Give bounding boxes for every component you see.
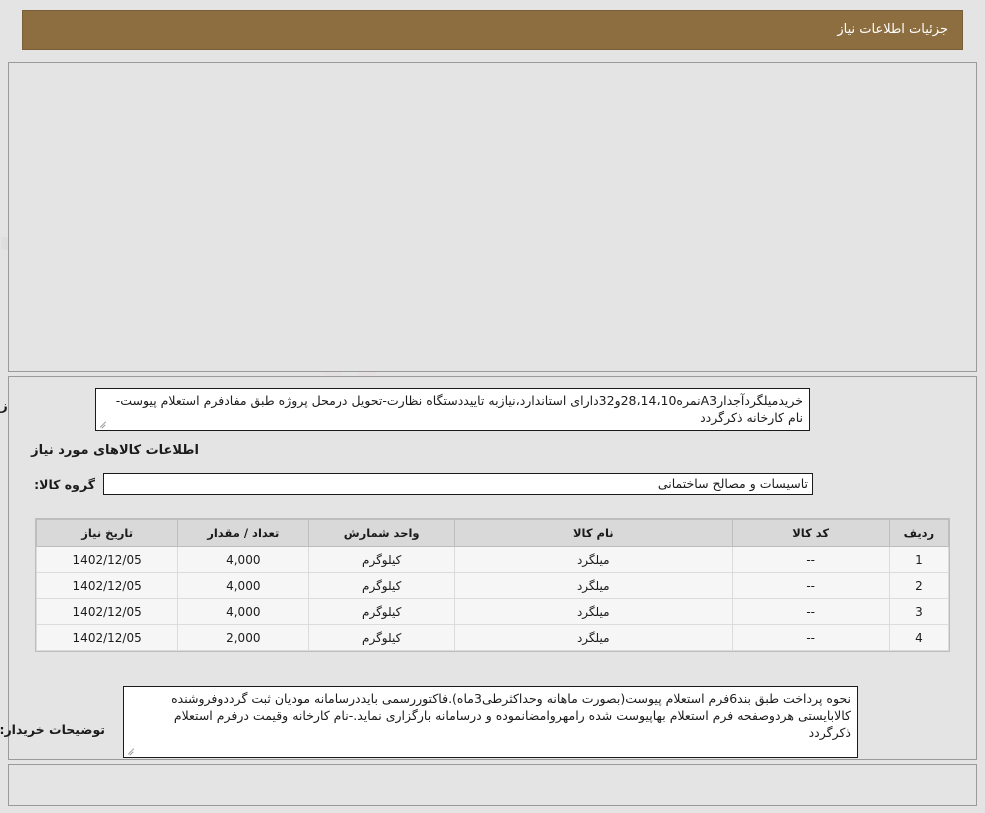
cell-row: 3 xyxy=(888,598,950,625)
cell-unit: کیلوگرم xyxy=(308,546,456,573)
th-name: نام کالا xyxy=(454,519,733,547)
cell-unit: کیلوگرم xyxy=(308,624,456,651)
cell-row: 1 xyxy=(888,546,950,573)
cell-qty: 4,000 xyxy=(177,546,310,573)
cell-code: -- xyxy=(731,572,890,599)
cell-qty: 4,000 xyxy=(177,598,310,625)
buyer-notes-textarea[interactable]: نحوه پرداخت طبق بند6فرم استعلام پیوست(بص… xyxy=(123,686,858,758)
goods-section-title: اطلاعات کالاهای مورد نیاز xyxy=(31,443,199,458)
goods-table-wrap: ردیف کد کالا نام کالا واحد شمارش تعداد /… xyxy=(35,518,950,652)
goods-group-value: تاسیسات و مصالح ساختمانی xyxy=(103,473,813,495)
page-header-bar: جزئیات اطلاعات نیاز xyxy=(22,10,963,50)
table-row[interactable]: 2 -- میلگرد کیلوگرم 4,000 1402/12/05 xyxy=(35,572,950,599)
th-date: تاریخ نیاز xyxy=(35,519,179,547)
th-row: ردیف xyxy=(888,519,950,547)
page-root: AriaTender .net جزئیات اطلاعات نیاز شمار… xyxy=(0,0,985,813)
buyer-notes-value: نحوه پرداخت طبق بند6فرم استعلام پیوست(بص… xyxy=(171,691,851,740)
cell-date: 1402/12/05 xyxy=(35,624,179,651)
need-info-panel xyxy=(8,62,977,372)
th-code: کد کالا xyxy=(731,519,890,547)
cell-unit: کیلوگرم xyxy=(308,598,456,625)
cell-date: 1402/12/05 xyxy=(35,598,179,625)
cell-date: 1402/12/05 xyxy=(35,572,179,599)
buyer-notes-label: توضیحات خریدار: xyxy=(0,722,105,737)
table-row[interactable]: 3 -- میلگرد کیلوگرم 4,000 1402/12/05 xyxy=(35,598,950,625)
cell-name: میلگرد xyxy=(454,624,733,651)
resize-grip-icon[interactable] xyxy=(126,746,136,756)
cell-date: 1402/12/05 xyxy=(35,546,179,573)
need-description-value: خریدمیلگردآجدارA3نمره28،14،10و32دارای اس… xyxy=(115,393,803,425)
need-description-textarea[interactable]: خریدمیلگردآجدارA3نمره28،14،10و32دارای اس… xyxy=(95,388,810,431)
page-title: جزئیات اطلاعات نیاز xyxy=(837,22,948,37)
cell-code: -- xyxy=(731,624,890,651)
th-qty: تعداد / مقدار xyxy=(177,519,310,547)
resize-grip-icon[interactable] xyxy=(98,419,108,429)
cell-unit: کیلوگرم xyxy=(308,572,456,599)
cell-name: میلگرد xyxy=(454,572,733,599)
table-header-row: ردیف کد کالا نام کالا واحد شمارش تعداد /… xyxy=(35,519,950,547)
table-row[interactable]: 1 -- میلگرد کیلوگرم 4,000 1402/12/05 xyxy=(35,546,950,573)
cell-code: -- xyxy=(731,598,890,625)
cell-code: -- xyxy=(731,546,890,573)
cell-name: میلگرد xyxy=(454,598,733,625)
th-unit: واحد شمارش xyxy=(308,519,456,547)
cell-qty: 4,000 xyxy=(177,572,310,599)
goods-table: ردیف کد کالا نام کالا واحد شمارش تعداد /… xyxy=(35,519,950,651)
table-body: 1 -- میلگرد کیلوگرم 4,000 1402/12/05 2 -… xyxy=(35,546,950,651)
cell-name: میلگرد xyxy=(454,546,733,573)
cell-row: 2 xyxy=(888,572,950,599)
footer-panel xyxy=(8,764,977,806)
cell-qty: 2,000 xyxy=(177,624,310,651)
goods-group-label: گروه کالا: xyxy=(34,477,95,492)
cell-row: 4 xyxy=(888,624,950,651)
table-row[interactable]: 4 -- میلگرد کیلوگرم 2,000 1402/12/05 xyxy=(35,624,950,651)
